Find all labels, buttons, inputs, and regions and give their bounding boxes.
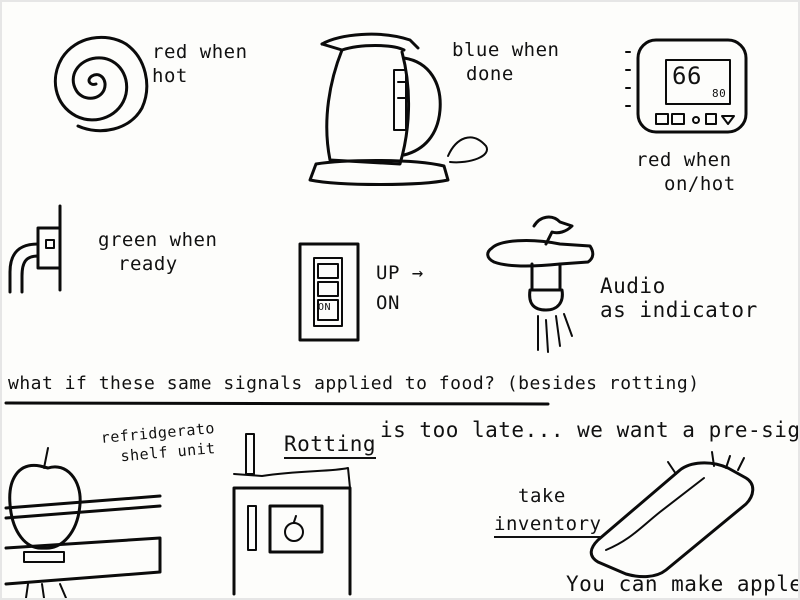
rotting-word: Rotting: [284, 432, 377, 459]
too-late-note: is too late... we want a pre-signal: [380, 418, 800, 442]
smartphone-icon: [589, 451, 755, 579]
kettle-note: blue when done: [452, 38, 559, 86]
kettle-note-line2: done: [466, 63, 514, 85]
outlet-plug-icon: [8, 204, 62, 294]
switch-note-line1: UP →: [376, 262, 424, 284]
faucet-icon: [486, 215, 595, 353]
faucet-note-line2: as indicator: [600, 298, 758, 322]
switch-note-line2: ON: [376, 292, 400, 314]
outlet-note: green when ready: [98, 228, 217, 276]
spiral-note: red when hot: [152, 40, 248, 88]
spiral-burner-icon: [53, 35, 149, 133]
faucet-note-line1: Audio: [600, 274, 666, 298]
thermostat-display: 66: [672, 62, 702, 90]
outlet-note-line2: ready: [118, 253, 178, 275]
divider-line: [4, 401, 550, 406]
apples-note: You can make apples: [566, 572, 800, 596]
kettle-note-line1: blue when: [452, 39, 560, 61]
take-note: take: [518, 485, 566, 507]
thermostat-note-line1: red when: [636, 149, 732, 171]
inventory-word: inventory: [494, 513, 602, 538]
thermostat-note-line2: on/hot: [664, 173, 736, 195]
thermostat-small-reading: 80: [712, 87, 727, 100]
switch-on-label: ON: [318, 302, 332, 313]
spiral-note-line2: hot: [152, 65, 188, 87]
question-note: what if these same signals applied to fo…: [8, 373, 700, 394]
outlet-note-line1: green when: [98, 229, 218, 251]
switch-note: UP → ON: [376, 258, 424, 318]
thermostat-note: red when on/hot: [636, 148, 736, 196]
light-switch-icon: [298, 242, 360, 342]
inventory-note: inventory: [494, 512, 602, 538]
faucet-note: Audio as indicator: [600, 274, 758, 322]
sketch-page: red when hot blue when done 66 80 red wh…: [0, 0, 800, 600]
rotting-note: Rotting: [284, 432, 377, 459]
spiral-note-line1: red when: [152, 41, 248, 63]
apple-shelf-icon: [4, 447, 162, 599]
